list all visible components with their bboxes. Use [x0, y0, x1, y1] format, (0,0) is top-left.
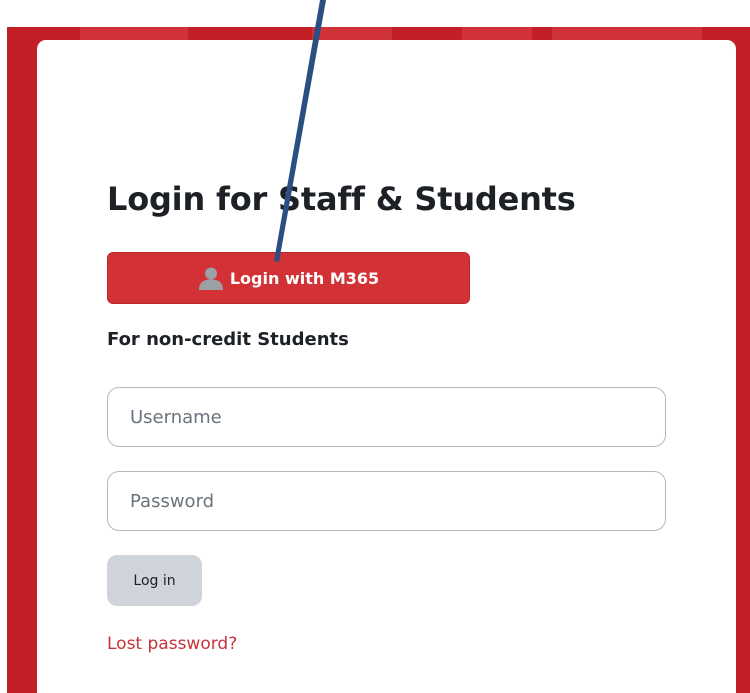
lost-password-link[interactable]: Lost password? — [107, 634, 237, 654]
background-band — [552, 27, 702, 41]
password-input[interactable] — [107, 471, 666, 531]
log-in-button[interactable]: Log in — [107, 555, 202, 606]
page-title: Login for Staff & Students — [107, 180, 576, 218]
background-band — [80, 27, 188, 41]
m365-button-label: Login with M365 — [229, 268, 380, 288]
username-input[interactable] — [107, 387, 666, 447]
background-band — [462, 27, 532, 41]
login-with-m365-button[interactable]: Login with M365 — [107, 252, 470, 304]
non-credit-heading: For non-credit Students — [107, 329, 349, 350]
background-band — [312, 27, 392, 41]
page: Login for Staff & Students Login with M3… — [0, 0, 750, 693]
user-icon — [198, 266, 224, 290]
login-card: Login for Staff & Students Login with M3… — [37, 40, 736, 693]
